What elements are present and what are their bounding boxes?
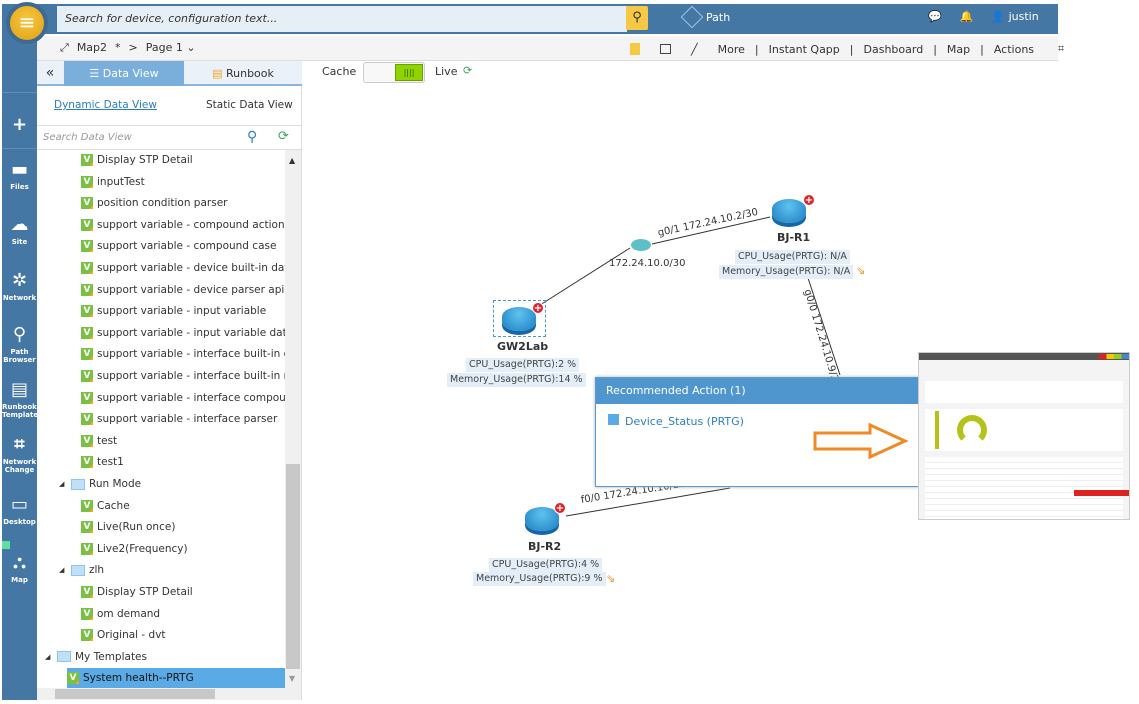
orange-arrow: [813, 422, 909, 460]
dashboard-screenshot-thumbnail: [918, 352, 1130, 520]
main-menu-button[interactable]: ≡: [6, 2, 48, 44]
